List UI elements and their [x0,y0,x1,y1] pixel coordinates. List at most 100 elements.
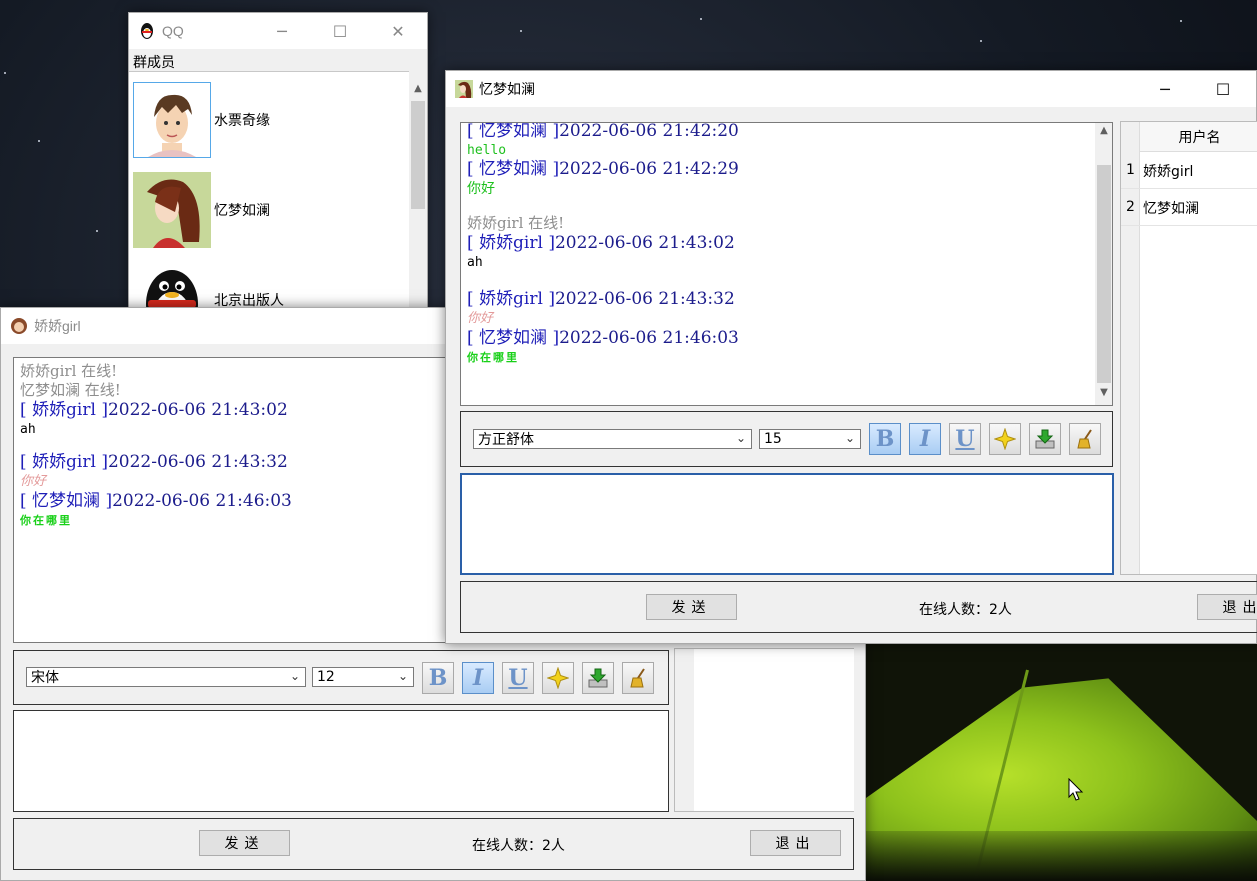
italic-icon[interactable]: I [462,662,494,694]
maximize-button[interactable]: ☐ [1194,71,1252,107]
message-header: [ 忆梦如澜 ]2022-06-06 21:42:29 [467,159,1106,180]
message-input[interactable] [460,473,1114,575]
user-table: 用户名 1 娇娇girl 2 忆梦如澜 [1120,121,1257,575]
scroll-up-arrow-icon[interactable]: ▲ [1095,125,1112,141]
member-item[interactable]: 忆梦如澜 [129,172,409,250]
color-star-icon[interactable] [989,423,1021,455]
message-body: 你好 [467,311,494,326]
send-button[interactable]: 发送 [199,830,290,856]
online-count: 在线人数：2人 [472,838,565,854]
exit-button[interactable]: 退出 [750,830,841,856]
boy-avatar-icon [133,82,211,158]
timestamp: 2022-06-06 21:43:02 [554,233,735,253]
star [96,230,98,232]
message-header: [ 娇娇girl ]2022-06-06 21:43:32 [467,289,1106,310]
font-size-value: 15 [764,431,782,447]
grass-silhouette [866,831,1257,881]
bracket: [ [467,289,480,309]
penguin-avatar-icon [133,262,211,309]
chat-log-scrollbar[interactable]: ▲ ▼ [1095,123,1112,405]
table-row[interactable]: 1 娇娇girl [1121,152,1257,189]
bracket: ] [547,328,560,348]
star [1180,20,1182,22]
timestamp: 2022-06-06 21:43:02 [107,400,288,420]
bold-icon[interactable]: B [422,662,454,694]
bracket: ] [547,122,560,141]
member-item[interactable]: 北京出版人 [129,262,409,309]
bracket: ] [95,452,108,472]
font-family-select[interactable]: 宋体 ⌄ [26,667,306,687]
clear-broom-icon[interactable] [1069,423,1101,455]
user-name: 忆梦如澜 [1143,201,1199,217]
minimize-button[interactable]: ─ [253,13,311,49]
online-count: 在线人数：2人 [919,602,1012,618]
member-name: 水票奇缘 [214,113,270,129]
star [980,40,982,42]
clear-broom-icon[interactable] [622,662,654,694]
qq-titlebar: QQ ─ ☐ ✕ [129,13,427,49]
bracket: ] [547,159,560,179]
table-header: 用户名 [1140,122,1257,152]
font-family-select[interactable]: 方正舒体 ⌄ [473,429,752,449]
message-body: hello [467,143,507,158]
member-table-area [694,649,854,811]
row-index: 1 [1126,162,1135,178]
member-list: 水票奇缘 忆梦如澜 北京出版人 [129,71,409,309]
qq-member-window: QQ ─ ☐ ✕ 群成员 水票奇缘 忆梦如澜 北京出版人 ▲ [128,12,428,309]
chat-window-yimeng: 忆梦如澜 ─ ☐ [ 忆梦如澜 ]2022-06-06 21:42:20 hel… [445,70,1257,644]
star [700,18,702,20]
message-header: [ 忆梦如澜 ]2022-06-06 21:42:20 [467,122,1106,142]
member-item[interactable]: 水票奇缘 [129,82,409,160]
save-download-icon[interactable] [1029,423,1061,455]
bracket: [ [20,491,33,511]
sender-name: 忆梦如澜 [479,159,548,179]
exit-button[interactable]: 退出 [1197,594,1257,620]
bottom-bar: 发送 在线人数：2人 退出 [13,818,854,870]
yimeng-avatar-icon [455,80,473,98]
format-toolbar: 方正舒体 ⌄ 15 ⌄ B I U [460,411,1113,467]
message-header: [ 娇娇girl ]2022-06-06 21:43:02 [467,233,1106,254]
underline-icon[interactable]: U [949,423,981,455]
window-title: QQ [162,23,184,39]
scroll-thumb[interactable] [411,101,425,209]
font-size-select[interactable]: 12 ⌄ [312,667,414,687]
chevron-down-icon: ⌄ [735,431,746,445]
chevron-down-icon: ⌄ [397,669,408,683]
chevron-down-icon: ⌄ [289,669,300,683]
member-name: 忆梦如澜 [214,203,270,219]
bracket: [ [20,400,33,420]
timestamp: 2022-06-06 21:43:32 [554,289,735,309]
send-button[interactable]: 发送 [646,594,737,620]
bracket: ] [542,233,555,253]
font-size-value: 12 [317,669,335,685]
color-star-icon[interactable] [542,662,574,694]
window-title: 娇娇girl [34,318,81,334]
chevron-down-icon: ⌄ [844,431,855,445]
underline-icon[interactable]: U [502,662,534,694]
tent-wallpaper [866,640,1257,881]
scroll-down-arrow-icon[interactable]: ▼ [1095,387,1112,403]
table-row[interactable]: 2 忆梦如澜 [1121,189,1257,226]
yimeng-titlebar: 忆梦如澜 ─ ☐ [446,71,1256,107]
message-body: 你好 [467,181,495,197]
font-family-value: 宋体 [31,670,59,686]
message-input[interactable] [13,710,669,812]
bracket: [ [20,452,33,472]
scroll-thumb[interactable] [1097,165,1111,383]
save-download-icon[interactable] [582,662,614,694]
timestamp: 2022-06-06 21:43:32 [107,452,288,472]
maximize-button[interactable]: ☐ [311,13,369,49]
close-button[interactable]: ✕ [369,13,427,49]
sender-name: 忆梦如澜 [479,328,548,348]
bold-icon[interactable]: B [869,423,901,455]
font-size-select[interactable]: 15 ⌄ [759,429,861,449]
bracket: ] [95,400,108,420]
sender-name: 忆梦如澜 [479,122,548,141]
scroll-up-arrow-icon[interactable]: ▲ [409,83,427,99]
format-toolbar: 宋体 ⌄ 12 ⌄ B I U [13,650,669,705]
minimize-button[interactable]: ─ [1136,71,1194,107]
row-index: 2 [1126,199,1135,215]
italic-icon[interactable]: I [909,423,941,455]
member-list-scrollbar[interactable]: ▲ [409,83,427,309]
sender-name: 娇娇girl [32,452,96,472]
